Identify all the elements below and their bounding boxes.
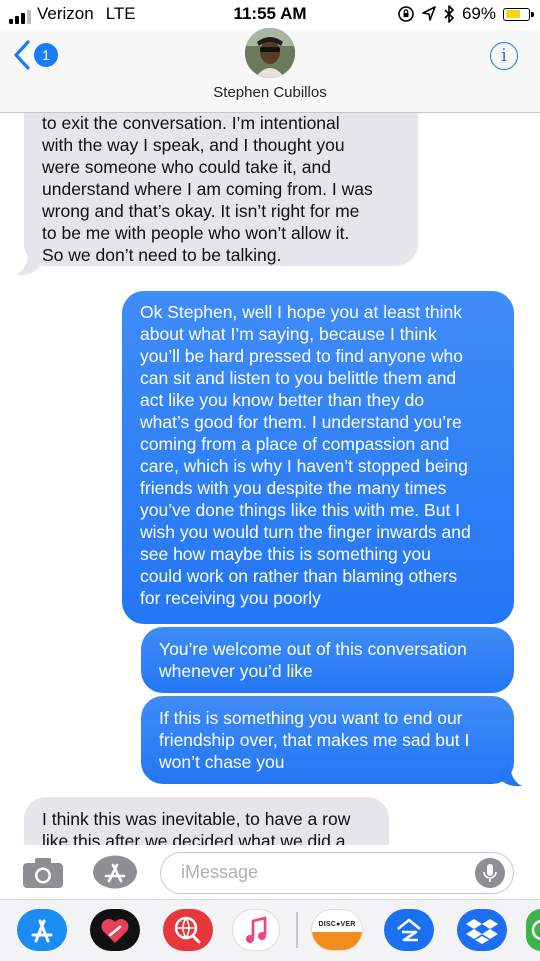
message-line: care, which is why I haven’t stopped bei… bbox=[140, 456, 468, 476]
partial-app-icon bbox=[531, 919, 540, 941]
music-app[interactable] bbox=[232, 909, 280, 951]
message-line: won’t chase you bbox=[159, 752, 285, 772]
message-line: could work on rather than blaming others bbox=[140, 566, 458, 586]
message-line: Ok Stephen, well I hope you at least thi… bbox=[140, 302, 462, 322]
compose-bar: iMessage bbox=[0, 845, 540, 899]
message-line: You’re welcome out of this conversation bbox=[159, 639, 467, 659]
message-line: to exit the conversation. I’m intentiona… bbox=[42, 113, 340, 133]
message-line: friends with you despite the many times bbox=[140, 478, 447, 498]
conversation-header: 1 Stephen Cubillos i bbox=[0, 28, 540, 113]
battery-level bbox=[505, 10, 520, 18]
message-line: If this is something you want to end our bbox=[159, 708, 463, 728]
app-store-icon bbox=[31, 919, 53, 943]
unread-count-badge: 1 bbox=[34, 43, 58, 67]
message-line: I think this was inevitable, to have a r… bbox=[42, 809, 351, 829]
web-images-app[interactable] bbox=[163, 909, 213, 951]
message-line: friendship over, that makes me sad but I bbox=[159, 730, 470, 750]
message-line: you’ll be hard pressed to find anyone wh… bbox=[140, 346, 463, 366]
message-line: whenever you’d like bbox=[159, 661, 313, 681]
status-bar: Verizon LTE 11:55 AM 69% bbox=[0, 0, 540, 30]
dropbox-app[interactable] bbox=[457, 909, 507, 951]
sent-message[interactable]: If this is something you want to end our… bbox=[141, 696, 514, 784]
partial-app[interactable] bbox=[526, 909, 540, 951]
avatar[interactable] bbox=[245, 28, 295, 78]
message-line: for receiving you poorly bbox=[140, 588, 321, 608]
contact-name[interactable]: Stephen Cubillos bbox=[0, 84, 540, 101]
message-input[interactable]: iMessage bbox=[160, 852, 514, 894]
message-line: like this after we decided what we did a bbox=[42, 831, 346, 845]
contact-photo bbox=[245, 28, 295, 78]
message-line: about what I’m saying, because I think bbox=[140, 324, 437, 344]
battery-icon bbox=[503, 7, 534, 21]
music-note-icon bbox=[246, 916, 267, 943]
message-input-placeholder: iMessage bbox=[181, 862, 259, 882]
info-button[interactable]: i bbox=[490, 42, 518, 70]
received-bubble-tail bbox=[16, 253, 40, 276]
message-line: what’s good for them. I understand you’r… bbox=[140, 412, 462, 432]
microphone-button[interactable] bbox=[475, 858, 505, 888]
globe-search-icon bbox=[174, 916, 201, 944]
bluetooth-icon bbox=[444, 5, 454, 23]
message-line: understand where I am coming from. I was bbox=[42, 179, 373, 199]
message-line: act like you know better than they do bbox=[140, 390, 425, 410]
message-thread[interactable]: to exit the conversation. I’m intentiona… bbox=[0, 113, 540, 845]
microphone-icon bbox=[483, 864, 497, 882]
chevron-left-icon bbox=[14, 40, 30, 70]
message-line: with the way I speak, and I thought you bbox=[42, 135, 345, 155]
message-line: to be me with people who won’t allow it. bbox=[42, 223, 350, 243]
app-drawer: DISC●VER bbox=[0, 899, 540, 961]
app-store-app[interactable] bbox=[17, 909, 67, 951]
zillow-icon bbox=[397, 918, 421, 942]
message-line: see how maybe this is something you bbox=[140, 544, 431, 564]
back-button[interactable]: 1 bbox=[14, 40, 58, 70]
dropbox-icon bbox=[466, 919, 498, 944]
app-divider bbox=[296, 912, 298, 948]
status-icons: 69% bbox=[397, 4, 534, 24]
message-line: you’ve done things like this with me. Bu… bbox=[140, 500, 461, 520]
sent-message[interactable]: You’re welcome out of this conversation w… bbox=[141, 627, 514, 693]
received-message[interactable]: to exit the conversation. I’m intentiona… bbox=[24, 113, 418, 266]
message-line: were someone who could take it, and bbox=[42, 157, 331, 177]
message-line: can sit and listen to you belittle them … bbox=[140, 368, 457, 388]
zillow-app[interactable] bbox=[384, 909, 434, 951]
discover-logo: DISC●VER bbox=[318, 921, 356, 928]
digital-touch-app[interactable] bbox=[90, 909, 140, 951]
sent-bubble-tail bbox=[498, 764, 522, 787]
location-icon bbox=[422, 6, 436, 21]
message-line: So we don’t need to be talking. bbox=[42, 245, 282, 265]
camera-icon[interactable] bbox=[21, 857, 65, 889]
discover-app[interactable]: DISC●VER bbox=[311, 909, 363, 951]
battery-percent: 69% bbox=[461, 4, 496, 23]
message-line: wish you would turn the finger inwards a… bbox=[140, 522, 471, 542]
message-line: wrong and that’s okay. It isn’t right fo… bbox=[42, 201, 360, 221]
heart-icon bbox=[101, 919, 129, 943]
app-store-icon[interactable] bbox=[92, 855, 138, 889]
sent-message[interactable]: Ok Stephen, well I hope you at least thi… bbox=[122, 291, 514, 624]
received-message[interactable]: I think this was inevitable, to have a r… bbox=[24, 797, 389, 845]
orientation-lock-icon bbox=[398, 6, 414, 22]
message-line: coming from a place of compassion and bbox=[140, 434, 450, 454]
